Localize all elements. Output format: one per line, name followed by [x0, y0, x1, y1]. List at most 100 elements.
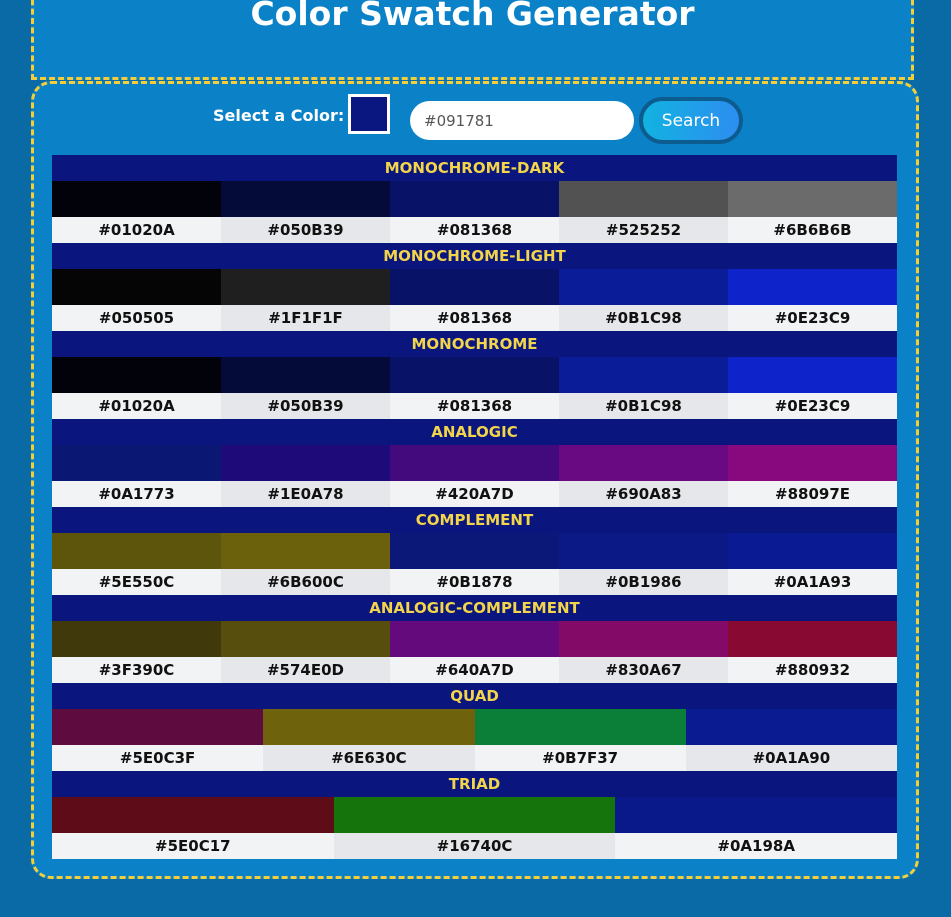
color-swatch[interactable] — [685, 709, 897, 745]
scheme-title: MONOCHROME — [52, 331, 897, 357]
color-swatch[interactable] — [390, 269, 559, 305]
swatch-hex-label: #0B1878 — [390, 569, 559, 595]
color-swatch[interactable] — [221, 621, 390, 657]
swatch-hex-label: #081368 — [390, 305, 559, 331]
color-swatch[interactable] — [390, 621, 559, 657]
swatch-hex-label: #0B1986 — [559, 569, 728, 595]
color-swatch[interactable] — [221, 181, 390, 217]
swatch-hex-label: #574E0D — [221, 657, 390, 683]
swatch-hex-label: #0A198A — [615, 833, 898, 859]
color-swatch[interactable] — [559, 357, 728, 393]
color-swatch[interactable] — [474, 709, 686, 745]
swatch-hex-label: #690A83 — [559, 481, 728, 507]
swatch-row — [52, 181, 897, 217]
swatch-hex-label: #01020A — [52, 393, 221, 419]
color-swatch[interactable] — [728, 621, 897, 657]
color-swatch[interactable] — [559, 269, 728, 305]
color-swatch[interactable] — [559, 621, 728, 657]
page-title: Color Swatch Generator — [250, 0, 695, 33]
swatch-row — [52, 797, 898, 833]
swatch-hex-label: #1F1F1F — [221, 305, 390, 331]
header-panel: Color Swatch Generator — [31, 0, 914, 80]
swatch-hex-label: #420A7D — [390, 481, 559, 507]
color-swatch[interactable] — [559, 445, 728, 481]
swatch-hex-label: #6B6B6B — [728, 217, 897, 243]
swatch-hex-label: #0B1C98 — [559, 393, 728, 419]
color-swatch[interactable] — [221, 445, 390, 481]
palette-area: MONOCHROME-DARK #01020A #050B39 #081368 #525… — [52, 155, 898, 859]
swatch-hex-label: #0A1A90 — [685, 745, 897, 771]
swatch-hex-label: #5E550C — [52, 569, 221, 595]
swatch-hex-label: #830A67 — [559, 657, 728, 683]
swatch-hex-label: #5E0C17 — [52, 833, 334, 859]
color-swatch[interactable] — [52, 269, 221, 305]
swatch-hex-label: #081368 — [390, 393, 559, 419]
color-swatch[interactable] — [52, 797, 334, 833]
swatch-hex-label: #0B1C98 — [559, 305, 728, 331]
color-swatch[interactable] — [52, 357, 221, 393]
swatch-hex-label: #01020A — [52, 217, 221, 243]
swatch-row — [52, 709, 897, 745]
swatch-hex-label: #050505 — [52, 305, 221, 331]
scheme-title: ANALOGIC — [52, 419, 897, 445]
color-swatch[interactable] — [52, 621, 221, 657]
color-swatch[interactable] — [390, 357, 559, 393]
swatch-row — [52, 533, 897, 569]
search-button[interactable]: Search — [639, 97, 743, 144]
color-swatch[interactable] — [221, 269, 390, 305]
color-swatch[interactable] — [728, 357, 897, 393]
scheme-title: QUAD — [52, 683, 897, 709]
scheme-title: MONOCHROME-DARK — [52, 155, 897, 181]
swatch-hex-label: #050B39 — [221, 393, 390, 419]
scheme-complement: COMPLEMENT #5E550C #6B600C #0B1878 #0B1986 #0… — [52, 507, 897, 595]
swatch-hex-label: #081368 — [390, 217, 559, 243]
color-swatch[interactable] — [728, 269, 897, 305]
label-row: #3F390C #574E0D #640A7D #830A67 #880932 — [52, 657, 897, 683]
swatch-row — [52, 621, 897, 657]
color-picker[interactable] — [348, 94, 390, 134]
scheme-title: ANALOGIC-COMPLEMENT — [52, 595, 897, 621]
swatch-hex-label: #0B7F37 — [474, 745, 686, 771]
color-swatch[interactable] — [559, 533, 728, 569]
color-swatch[interactable] — [333, 797, 616, 833]
scheme-title: COMPLEMENT — [52, 507, 897, 533]
swatch-hex-label: #0A1773 — [52, 481, 221, 507]
label-row: #5E550C #6B600C #0B1878 #0B1986 #0A1A93 — [52, 569, 897, 595]
scheme-analogic-complement: ANALOGIC-COMPLEMENT #3F390C #574E0D #640A7D… — [52, 595, 897, 683]
scheme-quad: QUAD #5E0C3F #6E630C #0B7F37 #0A1A90 — [52, 683, 897, 771]
color-controls: Select a Color: Search — [0, 94, 951, 144]
swatch-hex-label: #640A7D — [390, 657, 559, 683]
color-swatch[interactable] — [390, 533, 559, 569]
label-row: #0A1773 #1E0A78 #420A7D #690A83 #88097E — [52, 481, 897, 507]
color-swatch[interactable] — [52, 445, 221, 481]
swatch-hex-label: #3F390C — [52, 657, 221, 683]
swatch-hex-label: #525252 — [559, 217, 728, 243]
scheme-title: MONOCHROME-LIGHT — [52, 243, 897, 269]
color-swatch[interactable] — [390, 445, 559, 481]
color-swatch[interactable] — [559, 181, 728, 217]
scheme-monochrome: MONOCHROME #01020A #050B39 #081368 #0B1C98 #0… — [52, 331, 897, 419]
color-swatch[interactable] — [52, 709, 264, 745]
swatch-hex-label: #050B39 — [221, 217, 390, 243]
hex-input[interactable] — [410, 101, 634, 140]
color-swatch[interactable] — [221, 533, 390, 569]
color-swatch[interactable] — [728, 445, 897, 481]
color-swatch[interactable] — [728, 533, 897, 569]
color-swatch[interactable] — [728, 181, 897, 217]
scheme-triad: TRIAD #5E0C17 #16740C #0A198A — [52, 771, 898, 859]
color-swatch[interactable] — [52, 181, 221, 217]
select-color-label: Select a Color: — [213, 106, 345, 125]
label-row: #5E0C17 #16740C #0A198A — [52, 833, 898, 859]
color-swatch[interactable] — [52, 533, 221, 569]
swatch-hex-label: #88097E — [728, 481, 897, 507]
color-swatch[interactable] — [263, 709, 475, 745]
swatch-row — [52, 357, 897, 393]
swatch-hex-label: #16740C — [333, 833, 616, 859]
label-row: #5E0C3F #6E630C #0B7F37 #0A1A90 — [52, 745, 897, 771]
color-swatch[interactable] — [390, 181, 559, 217]
swatch-hex-label: #6E630C — [263, 745, 475, 771]
color-swatch[interactable] — [615, 797, 898, 833]
scheme-monochrome-light: MONOCHROME-LIGHT #050505 #1F1F1F #081368 #0B… — [52, 243, 897, 331]
color-swatch[interactable] — [221, 357, 390, 393]
scheme-monochrome-dark: MONOCHROME-DARK #01020A #050B39 #081368 #525… — [52, 155, 897, 243]
